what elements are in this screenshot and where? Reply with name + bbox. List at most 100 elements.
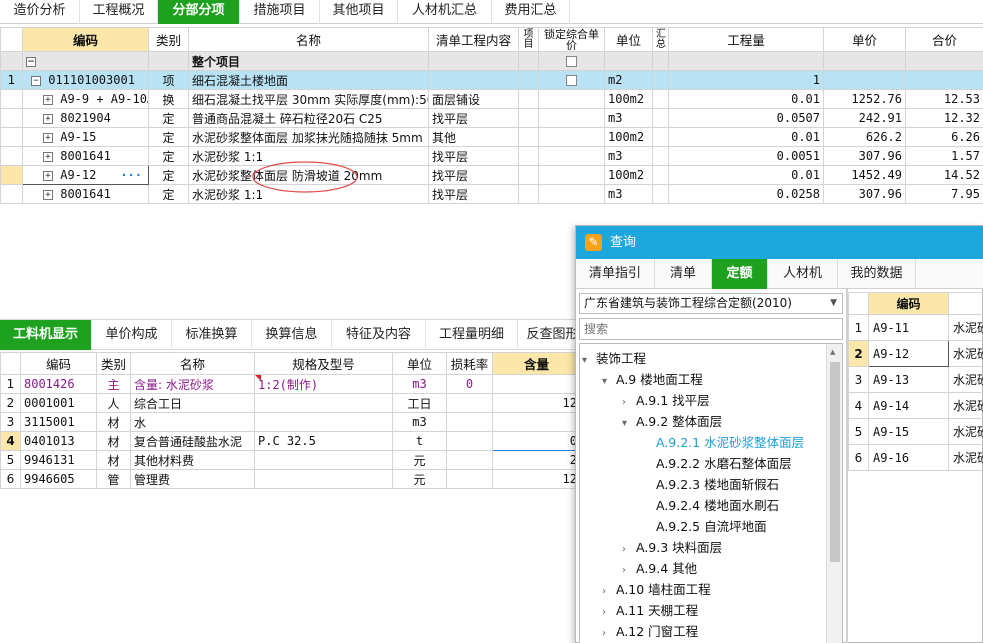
code-cell[interactable]: 0001001: [20, 393, 97, 413]
col-header-name[interactable]: 名称: [188, 27, 429, 52]
content-cell[interactable]: 找平层: [428, 165, 519, 185]
expand-icon[interactable]: +: [43, 94, 53, 105]
col-header-content[interactable]: 清单工程内容: [428, 27, 519, 52]
table-row[interactable]: + 8001641 定水泥砂浆 1:1 找平层 m3 0.0258 307.96 7.95: [0, 184, 983, 204]
quantity-cell[interactable]: 0.0507: [668, 108, 824, 128]
spec-cell[interactable]: P.C 32.5: [254, 431, 393, 451]
unit-cell[interactable]: 100m2: [604, 127, 653, 147]
table-row[interactable]: 1 8001426 主含量: 水泥砂浆 1:2(制作) m3 0: [0, 374, 581, 394]
name-cell[interactable]: 水泥砂浆整体面层 防滑坡道 20mm: [188, 165, 429, 185]
name-cell[interactable]: 综合工日: [130, 393, 255, 413]
col-header-unit[interactable]: 单位: [604, 27, 653, 52]
col-header-unit[interactable]: 单位: [392, 352, 447, 375]
tab-labor-material-summary[interactable]: 人材机汇总: [398, 0, 492, 24]
chevron-right-icon[interactable]: ›: [622, 539, 636, 560]
spec-cell[interactable]: 1:2(制作): [254, 374, 393, 394]
spec-cell[interactable]: [254, 393, 393, 413]
code-cell[interactable]: 3115001: [20, 412, 97, 432]
spec-cell[interactable]: [254, 469, 393, 489]
table-row[interactable]: 2 0001001 人综合工日 工日 12: [0, 393, 581, 413]
tab-measures[interactable]: 措施项目: [240, 0, 320, 24]
col-header-spec[interactable]: 规格及型号: [254, 352, 393, 375]
scroll-up-icon[interactable]: ▲: [830, 348, 835, 356]
chevron-right-icon[interactable]: ›: [622, 560, 636, 581]
more-button[interactable]: ···: [120, 168, 142, 182]
quantity-cell[interactable]: 0.01: [668, 127, 824, 147]
table-row[interactable]: 4A9-14水泥砂: [848, 392, 983, 419]
table-row[interactable]: 3A9-13水泥砂: [848, 366, 983, 393]
code-cell[interactable]: + A9-12 ···: [22, 165, 149, 185]
loss-rate-cell[interactable]: [446, 469, 493, 489]
tab-cost-analysis[interactable]: 造价分析: [0, 0, 80, 24]
chevron-right-icon[interactable]: ›: [602, 581, 616, 602]
lock-checkbox[interactable]: [566, 56, 577, 67]
loss-rate-cell[interactable]: [446, 431, 493, 451]
code-cell[interactable]: A9-13: [868, 366, 949, 393]
table-row[interactable]: 6 9946605 管管理费 元 12: [0, 469, 581, 489]
quantity-cell[interactable]: 0.01: [668, 165, 824, 185]
col-header-code[interactable]: 编码: [20, 352, 97, 375]
col-header-content-qty[interactable]: 含量: [492, 352, 581, 375]
tree-node[interactable]: ▾ A.9.2 整体面层: [580, 411, 722, 432]
table-row[interactable]: + A9-12 ··· 定水泥砂浆整体面层 防滑坡道 20mm 找平层 100m2 0.0…: [0, 165, 983, 185]
expand-icon[interactable]: +: [43, 132, 53, 143]
spec-cell[interactable]: [254, 412, 393, 432]
unit-cell[interactable]: m3: [604, 184, 653, 204]
col-header-lock-price[interactable]: 锁定综合单价: [538, 27, 605, 52]
name-cell[interactable]: 水泥砂浆整体面层 加浆抹光随捣随抹 5mm: [188, 127, 429, 147]
col-header-loss-rate[interactable]: 损耗率: [446, 352, 493, 375]
unit-cell[interactable]: m2: [604, 70, 653, 90]
tree-node[interactable]: A.9.2.5 自流坪地面: [580, 516, 767, 537]
code-cell[interactable]: + A9-9 + A9-10…: [22, 89, 149, 109]
content-cell[interactable]: 面层铺设: [428, 89, 519, 109]
content-qty-cell[interactable]: [492, 412, 581, 432]
content-qty-cell[interactable]: [492, 374, 581, 394]
name-cell[interactable]: 其他材料费: [130, 450, 255, 470]
col-header-unit-price[interactable]: 单价: [823, 27, 906, 52]
tab-project-overview[interactable]: 工程概况: [80, 0, 158, 24]
table-row[interactable]: + A9-9 + A9-10… 换细石混凝土找平层 30mm 实际厚度(mm):5…: [0, 89, 983, 109]
code-cell[interactable]: 8001426: [20, 374, 97, 394]
tab-list-guide[interactable]: 清单指引: [576, 259, 655, 289]
expand-icon[interactable]: +: [43, 170, 53, 181]
name-cell[interactable]: 普通商品混凝土 碎石粒径20石 C25: [188, 108, 429, 128]
tab-labor-material-machine[interactable]: 人材机: [768, 259, 838, 289]
name-cell[interactable]: 水泥砂浆 1:1: [188, 146, 429, 166]
name-cell[interactable]: 水泥砂: [948, 366, 983, 393]
table-row[interactable]: 6A9-16水泥砂: [848, 444, 983, 471]
tree-node[interactable]: › A.10 墙柱面工程: [580, 579, 711, 600]
tab-quota[interactable]: 定额: [712, 259, 768, 289]
tree-node[interactable]: › A.11 天棚工程: [580, 600, 698, 621]
scrollbar-thumb[interactable]: [830, 362, 840, 562]
col-header-quantity[interactable]: 工程量: [668, 27, 824, 52]
chevron-down-icon[interactable]: ▾: [602, 371, 616, 392]
tree-scrollbar[interactable]: ▲: [826, 344, 842, 643]
name-cell[interactable]: 水泥砂: [948, 340, 983, 367]
code-cell[interactable]: A9-16: [868, 444, 949, 471]
tab-my-data[interactable]: 我的数据: [838, 259, 916, 289]
loss-rate-cell[interactable]: [446, 412, 493, 432]
chevron-right-icon[interactable]: ›: [602, 602, 616, 623]
lock-checkbox[interactable]: [566, 75, 577, 86]
chevron-right-icon[interactable]: ›: [602, 623, 616, 643]
unit-cell[interactable]: 100m2: [604, 89, 653, 109]
tab-quantity-detail[interactable]: 工程量明细: [426, 320, 518, 350]
name-cell[interactable]: 水泥砂浆 1:1: [188, 184, 429, 204]
code-cell[interactable]: A9-12: [868, 340, 949, 367]
result-col-code[interactable]: 编码: [868, 292, 949, 315]
root-row[interactable]: − 整个项目: [0, 51, 983, 71]
col-header-name[interactable]: 名称: [130, 352, 255, 375]
code-cell[interactable]: + 8001641: [22, 184, 149, 204]
content-cell[interactable]: 找平层: [428, 146, 519, 166]
name-cell[interactable]: 水泥砂: [948, 392, 983, 419]
tree-node[interactable]: A.9.2.2 水磨石整体面层: [580, 453, 792, 474]
quantity-cell[interactable]: 0.0051: [668, 146, 824, 166]
tree-node[interactable]: ▾ 装饰工程: [580, 348, 646, 369]
expand-icon[interactable]: +: [43, 189, 53, 200]
tree-node[interactable]: › A.12 门窗工程: [580, 621, 698, 642]
col-header-type[interactable]: 类别: [148, 27, 189, 52]
table-row[interactable]: + A9-15 定水泥砂浆整体面层 加浆抹光随捣随抹 5mm 其他 100m2 0.01…: [0, 127, 983, 147]
tab-fee-summary[interactable]: 费用汇总: [492, 0, 570, 24]
code-cell[interactable]: + 8001641: [22, 146, 149, 166]
code-cell[interactable]: − 011101003001: [22, 70, 149, 90]
